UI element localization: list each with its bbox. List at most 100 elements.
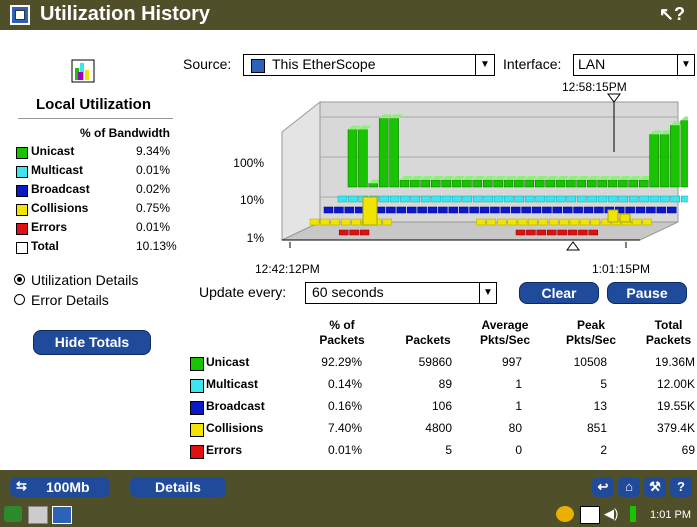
table-cell: 0: [515, 443, 522, 457]
broadcast-bar: [448, 206, 459, 214]
errors-bar: [515, 229, 526, 236]
broadcast-bar: [469, 206, 479, 214]
multicast-bar: [587, 195, 597, 203]
home-icon[interactable]: ⌂: [618, 477, 640, 497]
utilization-chart: 100% 10% 1%: [233, 93, 688, 251]
clear-button[interactable]: Clear: [519, 282, 599, 304]
unicast-bar: [524, 179, 535, 188]
unicast-bar: [576, 179, 587, 188]
broadcast-bar: [573, 206, 583, 214]
table-row: Broadcast 0.16% 106 1 13 19.55K: [190, 399, 695, 419]
row-label: Multicast: [206, 377, 259, 391]
table-cell: 80: [508, 421, 522, 435]
unicast-bar: [389, 118, 399, 188]
unicast-bar: [399, 179, 410, 188]
help-cursor-icon[interactable]: ↖?: [659, 4, 685, 25]
time-marker-icon: [607, 93, 621, 103]
speaker-icon[interactable]: ◀): [604, 506, 622, 522]
table-cell: 0.16%: [327, 399, 362, 413]
local-row-unicast: Unicast 9.34%: [16, 144, 176, 162]
back-icon[interactable]: ↩: [592, 477, 614, 497]
details-button[interactable]: Details: [130, 477, 226, 497]
table-cell: 19.36M: [654, 355, 695, 369]
broadcast-bar: [458, 206, 469, 214]
local-row-label: Multicast: [31, 163, 84, 177]
broadcast-bar: [500, 206, 511, 214]
unicast-bar: [638, 179, 649, 188]
pause-button[interactable]: Pause: [607, 282, 687, 304]
local-row-label: Total: [31, 239, 59, 253]
app-icon[interactable]: [10, 5, 30, 25]
dropdown-arrow-icon[interactable]: ▼: [479, 283, 496, 303]
window-icon[interactable]: [52, 506, 72, 524]
table-cell: 106: [431, 399, 452, 413]
interface-select[interactable]: LAN ▼: [573, 54, 695, 76]
link-speed-button[interactable]: ⇆ 100Mb: [10, 477, 110, 497]
local-row-total: Total 10.13%: [16, 239, 177, 257]
bottom-toolbar: ⇆ 100Mb Details ↩ ⌂ ⚒ ?: [0, 470, 697, 502]
source-select[interactable]: This EtherScope ▼: [243, 54, 495, 76]
dropdown-arrow-icon[interactable]: ▼: [677, 55, 694, 75]
color-swatch: [16, 242, 28, 254]
error-details-radio[interactable]: Error Details: [14, 292, 109, 308]
hide-totals-button[interactable]: Hide Totals: [33, 330, 151, 355]
divider: [18, 118, 173, 119]
broadcast-bar: [438, 206, 448, 214]
broadcast-bar: [542, 206, 552, 214]
unicast-bar: [368, 183, 379, 188]
unicast-bar: [493, 179, 503, 188]
multicast-bar: [535, 195, 545, 203]
local-row-multicast: Multicast 0.01%: [16, 163, 176, 181]
unicast-bar: [555, 179, 566, 188]
color-swatch: [16, 204, 28, 216]
local-row-value: 0.02%: [136, 182, 171, 196]
y-tick-label: 10%: [240, 193, 264, 207]
local-row-value: 0.01%: [136, 220, 171, 234]
multicast-bar: [493, 195, 504, 203]
multicast-bar: [660, 195, 670, 203]
table-cell: 89: [438, 377, 452, 391]
dropdown-arrow-icon[interactable]: ▼: [475, 55, 494, 75]
errors-bar: [338, 229, 349, 236]
collisions-bar: [507, 218, 517, 226]
unicast-bar: [358, 129, 368, 188]
y-tick-label: 100%: [233, 156, 264, 170]
unicast-bar: [659, 134, 670, 188]
errors-bar: [578, 229, 588, 236]
update-interval-select[interactable]: 60 seconds ▼: [305, 282, 497, 304]
time-marker-icon: [566, 241, 580, 251]
errors-bar: [526, 229, 536, 236]
multicast-bar: [514, 195, 525, 203]
radio-label: Error Details: [31, 292, 109, 308]
calendar-icon[interactable]: [580, 506, 600, 524]
table-cell: 1: [515, 399, 522, 413]
multicast-bar: [452, 195, 462, 203]
y-tick-label: 1%: [247, 231, 265, 245]
unicast-bar: [514, 179, 524, 188]
window-title: Utilization History: [40, 3, 211, 25]
errors-bar: [546, 229, 557, 236]
multicast-bar: [618, 195, 629, 203]
tools-icon[interactable]: ⚒: [644, 477, 666, 497]
start-icon[interactable]: [4, 506, 22, 522]
multicast-bar: [483, 195, 493, 203]
table-cell: 0.14%: [327, 377, 362, 391]
collisions-bar: [528, 218, 538, 226]
table-cell: 379.4K: [656, 421, 695, 435]
multicast-bar: [472, 195, 483, 203]
utilization-details-radio[interactable]: Utilization Details: [14, 272, 138, 288]
broadcast-bar: [417, 206, 427, 214]
broadcast-bar: [386, 206, 396, 214]
unicast-bar: [607, 179, 618, 188]
keyboard-icon[interactable]: [28, 506, 48, 524]
local-row-broadcast: Broadcast 0.02%: [16, 182, 176, 200]
local-row-value: 9.34%: [136, 144, 171, 158]
multicast-bar: [400, 195, 410, 203]
table-cell: 2: [600, 443, 607, 457]
collisions-bar: [330, 218, 341, 226]
start-time: 12:42:12PM: [255, 262, 320, 276]
multicast-bar: [566, 195, 577, 203]
help-icon[interactable]: ?: [670, 477, 692, 497]
local-row-label: Unicast: [31, 144, 75, 158]
color-swatch: [16, 185, 28, 197]
